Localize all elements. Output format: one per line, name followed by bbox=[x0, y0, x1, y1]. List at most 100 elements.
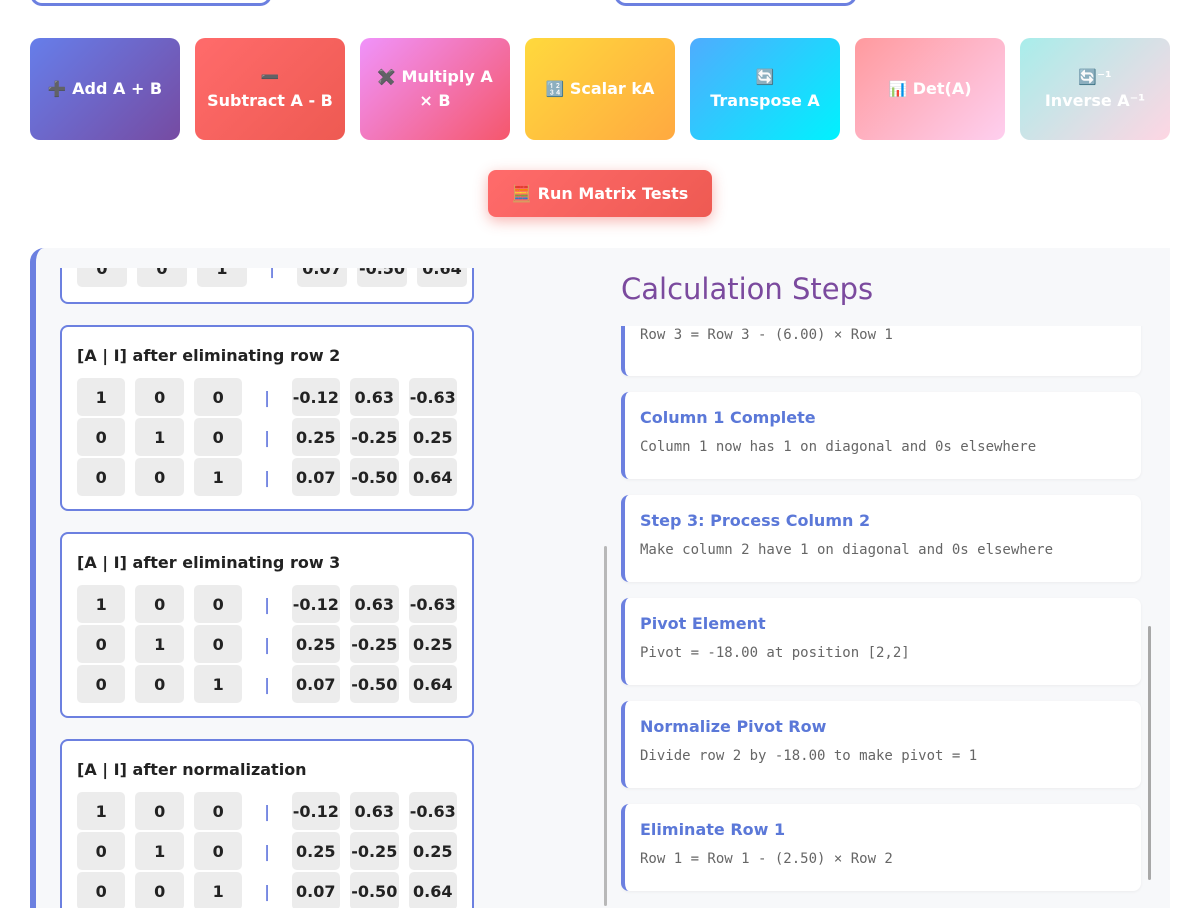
step-card: Column 1 Complete Column 1 now has 1 on … bbox=[621, 392, 1141, 479]
matrix-cell: 0 bbox=[77, 665, 126, 703]
matrix-cell: 0.63 bbox=[350, 378, 399, 416]
step-description: Row 1 = Row 1 - (2.50) × Row 2 bbox=[640, 851, 893, 867]
matrix-card-title: [A | I] after normalization bbox=[77, 760, 307, 779]
matrix-cell: -0.63 bbox=[408, 378, 457, 416]
top-panel-edge-right bbox=[614, 0, 857, 6]
matrix-cell: -0.50 bbox=[350, 872, 399, 908]
matrix-cell: 0 bbox=[77, 268, 127, 287]
multiply-button[interactable]: ✖️ Multiply A × B bbox=[360, 38, 510, 140]
multiply-icon: ✖️ bbox=[377, 68, 396, 86]
step-description: Row 3 = Row 3 - (6.00) × Row 1 bbox=[640, 327, 893, 343]
step-title: Normalize Pivot Row bbox=[640, 717, 827, 736]
operation-buttons: ➕ Add A + B ➖ Subtract A - B ✖️ Multiply… bbox=[30, 38, 1170, 140]
calculation-steps-section: Calculation Steps Row 3 = Row 3 - (6.00)… bbox=[621, 248, 1151, 908]
augment-separator: | bbox=[264, 467, 270, 487]
matrix-cell: -0.25 bbox=[350, 832, 399, 870]
matrix-cell: 0 bbox=[193, 625, 243, 663]
step-description: Divide row 2 by -18.00 to make pivot = 1 bbox=[640, 748, 978, 764]
matrix-card: [A | I] after eliminating row 2 1 0 0 | … bbox=[60, 325, 474, 511]
step-card: Normalize Pivot Row Divide row 2 by -18.… bbox=[621, 701, 1141, 788]
matrix-cell: 0.25 bbox=[291, 625, 341, 663]
step-card: Eliminate Row 1 Row 1 = Row 1 - (2.50) ×… bbox=[621, 804, 1141, 891]
inverse-button[interactable]: 🔄⁻¹ Inverse A⁻¹ bbox=[1020, 38, 1170, 140]
step-card: Step 3: Process Column 2 Make column 2 h… bbox=[621, 495, 1141, 582]
calculation-steps-scroll-area[interactable]: Row 3 = Row 3 - (6.00) × Row 1 Column 1 … bbox=[621, 326, 1149, 908]
matrix-cell: 0 bbox=[135, 378, 184, 416]
matrix-cell: 0 bbox=[193, 378, 243, 416]
matrix-cell: 0.63 bbox=[350, 792, 399, 830]
add-button[interactable]: ➕ Add A + B bbox=[30, 38, 180, 140]
matrix-card-title: [A | I] after eliminating row 2 bbox=[77, 346, 341, 365]
matrix-cell: 0.07 bbox=[291, 458, 341, 496]
step-description: Pivot = -18.00 at position [2,2] bbox=[640, 645, 910, 661]
matrix-cell: 1 bbox=[193, 665, 243, 703]
steps-scrollbar[interactable] bbox=[1148, 626, 1151, 880]
matrix-cell: 0.25 bbox=[408, 832, 457, 870]
step-title: Column 1 Complete bbox=[640, 408, 816, 427]
matrix-cell: 0 bbox=[193, 792, 243, 830]
matrix-cell: 0 bbox=[193, 418, 243, 456]
step-description: Make column 2 have 1 on diagonal and 0s … bbox=[640, 542, 1054, 558]
matrix-cell: 0.64 bbox=[408, 872, 457, 908]
matrix-cell: 0 bbox=[193, 585, 243, 623]
augment-separator: | bbox=[264, 841, 270, 861]
matrix-cell: 1 bbox=[135, 418, 184, 456]
subtract-button[interactable]: ➖ Subtract A - B bbox=[195, 38, 345, 140]
matrix-row: 0 1 0 | 0.25 -0.25 0.25 bbox=[77, 624, 457, 664]
matrix-cell: -0.50 bbox=[350, 665, 399, 703]
matrix-cell: 0 bbox=[137, 268, 187, 287]
matrix-cell: 0 bbox=[193, 832, 243, 870]
step-card: Pivot Element Pivot = -18.00 at position… bbox=[621, 598, 1141, 685]
matrix-cell: 1 bbox=[77, 585, 126, 623]
matrix-cell: -0.63 bbox=[408, 585, 457, 623]
bar-chart-icon: 📊 bbox=[888, 80, 908, 98]
augment-separator: | bbox=[269, 268, 275, 278]
run-matrix-tests-label: Run Matrix Tests bbox=[537, 184, 689, 203]
multiply-label: Multiply A × B bbox=[401, 67, 493, 110]
matrix-cell: 0.64 bbox=[417, 268, 467, 287]
minus-icon: ➖ bbox=[260, 68, 280, 86]
matrix-card-partial: 0 0 1 | 0.07 -0.50 0.64 bbox=[60, 268, 474, 304]
matrix-row: 0 1 0 | 0.25 -0.25 0.25 bbox=[77, 831, 457, 871]
matrix-cell: -0.12 bbox=[291, 585, 341, 623]
step-title: Step 3: Process Column 2 bbox=[640, 511, 871, 530]
matrix-cell: -0.25 bbox=[350, 418, 399, 456]
matrix-cell: 1 bbox=[197, 268, 247, 287]
inverse-cycle-icon: 🔄⁻¹ bbox=[1078, 68, 1112, 86]
step-title: Eliminate Row 1 bbox=[640, 820, 786, 839]
matrix-row: 1 0 0 | -0.12 0.63 -0.63 bbox=[77, 791, 457, 831]
calculation-steps-title: Calculation Steps bbox=[621, 272, 874, 306]
matrix-cell: 0 bbox=[77, 458, 126, 496]
run-matrix-tests-button[interactable]: 🧮 Run Matrix Tests bbox=[488, 170, 712, 217]
matrix-cell: 0 bbox=[77, 832, 126, 870]
matrix-cell: 1 bbox=[193, 458, 243, 496]
augment-separator: | bbox=[264, 634, 270, 654]
determinant-button[interactable]: 📊 Det(A) bbox=[855, 38, 1005, 140]
matrix-cell: 0.25 bbox=[408, 418, 457, 456]
matrix-steps-scroll-area[interactable]: 0 0 1 | 0.07 -0.50 0.64 [A | I] after el… bbox=[60, 268, 480, 908]
matrix-row: 1 0 0 | -0.12 0.63 -0.63 bbox=[77, 584, 457, 624]
step-card: Row 3 = Row 3 - (6.00) × Row 1 bbox=[621, 326, 1141, 376]
augment-separator: | bbox=[264, 387, 270, 407]
matrix-cell: 0.07 bbox=[297, 268, 347, 287]
matrix-cell: 0 bbox=[135, 585, 184, 623]
matrix-cell: -0.50 bbox=[350, 458, 399, 496]
matrix-cell: 0.07 bbox=[291, 872, 341, 908]
scalar-button[interactable]: 🔢 Scalar kA bbox=[525, 38, 675, 140]
matrix-row: 0 1 0 | 0.25 -0.25 0.25 bbox=[77, 417, 457, 457]
transpose-button[interactable]: 🔄 Transpose A bbox=[690, 38, 840, 140]
matrix-row: 1 0 0 | -0.12 0.63 -0.63 bbox=[77, 377, 457, 417]
matrix-card: [A | I] after normalization 1 0 0 | -0.1… bbox=[60, 739, 474, 908]
plus-icon: ➕ bbox=[47, 80, 67, 98]
matrix-cell: 1 bbox=[135, 625, 184, 663]
matrix-cell: 1 bbox=[193, 872, 243, 908]
top-panel-edge-left bbox=[30, 0, 272, 6]
determinant-label: Det(A) bbox=[912, 79, 972, 98]
matrix-cell: 0.25 bbox=[408, 625, 457, 663]
matrix-card-title: [A | I] after eliminating row 3 bbox=[77, 553, 341, 572]
matrix-cell: 0.63 bbox=[350, 585, 399, 623]
augment-separator: | bbox=[264, 427, 270, 447]
matrix-row: 0 0 1 | 0.07 -0.50 0.64 bbox=[77, 664, 457, 704]
matrix-scrollbar[interactable] bbox=[604, 546, 607, 906]
matrix-cell: 0 bbox=[135, 872, 184, 908]
